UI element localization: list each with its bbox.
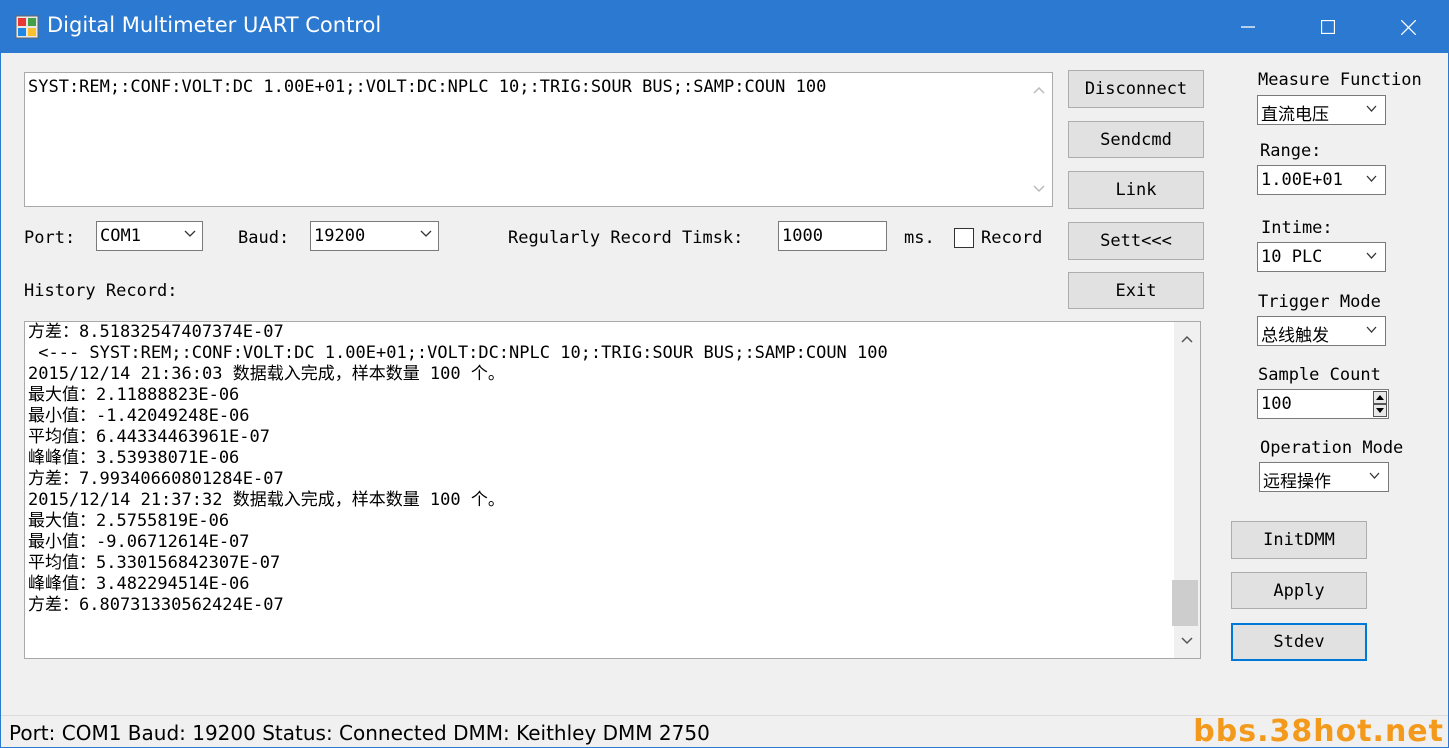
port-label: Port:: [24, 228, 76, 248]
trigger-mode-value: 总线触发: [1261, 326, 1329, 346]
history-line: 2015/12/14 21:36:03 数据载入完成，样本数量 100 个。: [28, 364, 505, 384]
sample-count-value: 100: [1261, 394, 1292, 414]
measure-function-combobox[interactable]: 直流电压: [1257, 95, 1386, 125]
operation-mode-combobox[interactable]: 远程操作: [1259, 462, 1389, 492]
measure-function-value: 直流电压: [1261, 105, 1329, 125]
exit-button[interactable]: Exit: [1068, 272, 1204, 309]
record-label: Record: [981, 228, 1043, 248]
sett-button[interactable]: Sett<<<: [1068, 222, 1204, 260]
history-lines: 方差：8.51832547407374E-07 <--- SYST:REM;:C…: [28, 322, 888, 616]
chevron-down-icon: [1366, 105, 1377, 112]
port-value: COM1: [100, 226, 141, 246]
spin-down-icon[interactable]: [1373, 404, 1387, 417]
maximize-button[interactable]: [1288, 1, 1368, 53]
title-bar[interactable]: Digital Multimeter UART Control: [1, 1, 1448, 53]
app-window: Digital Multimeter UART Control SYST:REM…: [0, 0, 1449, 748]
baud-combobox[interactable]: 19200: [310, 221, 439, 251]
history-line: 最小值：-9.06712614E-07: [28, 532, 250, 552]
apply-button[interactable]: Apply: [1231, 572, 1367, 609]
trigger-mode-combobox[interactable]: 总线触发: [1257, 316, 1386, 346]
minimize-button[interactable]: [1208, 1, 1288, 53]
intime-label: Intime:: [1261, 218, 1333, 238]
history-line: 方差：8.51832547407374E-07: [28, 322, 284, 342]
spin-up-icon[interactable]: [1373, 391, 1387, 404]
intime-combobox[interactable]: 10 PLC: [1257, 242, 1386, 272]
ms-label: ms.: [904, 228, 935, 248]
history-scrollbar[interactable]: [1172, 322, 1200, 658]
history-line: 最大值：2.11888823E-06: [28, 385, 240, 405]
baud-label: Baud:: [238, 228, 290, 248]
history-textbox[interactable]: 方差：8.51832547407374E-07 <--- SYST:REM;:C…: [24, 321, 1201, 659]
command-text: SYST:REM;:CONF:VOLT:DC 1.00E+01;:VOLT:DC…: [28, 77, 827, 97]
port-combobox[interactable]: COM1: [96, 221, 203, 251]
close-icon: [1400, 19, 1416, 35]
timsk-label: Regularly Record Timsk:: [508, 228, 744, 248]
scroll-up-icon[interactable]: [1174, 328, 1200, 350]
chevron-down-icon: [1366, 326, 1377, 333]
range-combobox[interactable]: 1.00E+01: [1257, 165, 1386, 195]
scroll-down-icon[interactable]: [1174, 630, 1200, 652]
command-scrollbar[interactable]: [1026, 73, 1052, 206]
range-value: 1.00E+01: [1261, 170, 1343, 190]
chevron-down-icon: [1369, 472, 1380, 479]
chevron-down-icon: [1366, 252, 1377, 259]
disconnect-button[interactable]: Disconnect: [1068, 70, 1204, 108]
range-label: Range:: [1260, 141, 1322, 161]
command-textbox[interactable]: SYST:REM;:CONF:VOLT:DC 1.00E+01;:VOLT:DC…: [24, 72, 1053, 207]
status-bar: Port: COM1 Baud: 19200 Status: Connected…: [1, 714, 1448, 748]
trigger-mode-label: Trigger Mode: [1258, 292, 1381, 312]
history-line: 2015/12/14 21:37:32 数据载入完成，样本数量 100 个。: [28, 490, 505, 510]
history-line: 峰峰值：3.482294514E-06: [28, 574, 250, 594]
record-checkbox[interactable]: [954, 228, 974, 248]
scroll-thumb[interactable]: [1172, 580, 1198, 626]
app-icon: [15, 15, 39, 39]
scroll-down-icon[interactable]: [1026, 178, 1052, 200]
sample-count-spin[interactable]: [1373, 391, 1387, 417]
history-line: 方差：6.80731330562424E-07: [28, 595, 284, 615]
sample-count-label: Sample Count: [1258, 365, 1381, 385]
history-line: 峰峰值：3.53938071E-06: [28, 448, 240, 468]
window-title: Digital Multimeter UART Control: [47, 13, 382, 37]
measure-function-label: Measure Function: [1258, 70, 1422, 90]
scroll-up-icon[interactable]: [1026, 79, 1052, 101]
stdev-button[interactable]: Stdev: [1231, 623, 1367, 661]
operation-mode-label: Operation Mode: [1260, 438, 1404, 458]
status-text: Port: COM1 Baud: 19200 Status: Connected…: [9, 721, 710, 745]
chevron-down-icon: [420, 230, 432, 237]
link-button[interactable]: Link: [1068, 171, 1204, 209]
timsk-value: 1000: [782, 226, 823, 246]
baud-value: 19200: [314, 226, 366, 246]
sample-count-spinner[interactable]: 100: [1257, 389, 1389, 419]
maximize-icon: [1321, 20, 1335, 34]
chevron-down-icon: [1366, 175, 1377, 182]
initdmm-button[interactable]: InitDMM: [1231, 521, 1367, 559]
history-line: <--- SYST:REM;:CONF:VOLT:DC 1.00E+01;:VO…: [28, 343, 888, 363]
sendcmd-button[interactable]: Sendcmd: [1068, 121, 1204, 158]
history-label: History Record:: [24, 281, 178, 301]
close-button[interactable]: [1368, 1, 1448, 53]
timsk-input[interactable]: 1000: [778, 221, 887, 251]
history-line: 最大值：2.5755819E-06: [28, 511, 230, 531]
chevron-down-icon: [184, 230, 196, 237]
history-line: 平均值：5.330156842307E-07: [28, 553, 281, 573]
history-line: 平均值：6.44334463961E-07: [28, 427, 270, 447]
history-line: 方差：7.99340660801284E-07: [28, 469, 284, 489]
minimize-icon: [1241, 26, 1255, 28]
history-line: 最小值：-1.42049248E-06: [28, 406, 250, 426]
intime-value: 10 PLC: [1261, 247, 1323, 267]
watermark: bbs.38hot.net: [1193, 714, 1444, 748]
operation-mode-value: 远程操作: [1263, 472, 1331, 492]
